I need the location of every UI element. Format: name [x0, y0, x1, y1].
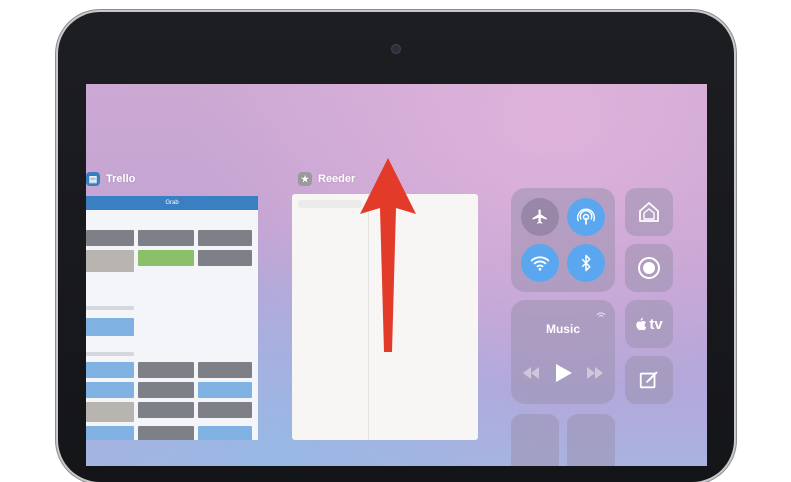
brightness-slider[interactable] [511, 414, 559, 466]
music-title: Music [545, 322, 580, 336]
wifi-icon [530, 256, 550, 271]
rewind-icon[interactable] [523, 366, 539, 380]
app-switcher-screen[interactable]: ▤ Trello Grab ★ Reeder Music tv [86, 84, 707, 466]
apple-tv-icon [636, 318, 647, 331]
swipe-up-arrow-icon [360, 158, 416, 352]
trello-app-card[interactable]: Grab [86, 196, 258, 440]
trello-app-name: Trello [106, 173, 136, 185]
volume-slider[interactable] [567, 414, 615, 466]
bluetooth-toggle[interactable] [567, 244, 605, 282]
airplane-icon [532, 209, 547, 224]
trello-icon: ▤ [86, 172, 100, 186]
record-icon [638, 257, 660, 279]
trello-app-label[interactable]: ▤ Trello [86, 172, 135, 186]
apple-tv-label: tv [649, 315, 663, 333]
airdrop-toggle[interactable] [567, 198, 605, 236]
reeder-app-name: Reeder [318, 173, 356, 185]
music-module[interactable]: Music [511, 300, 615, 404]
airplay-icon[interactable] [595, 308, 607, 320]
reeder-app-label[interactable]: ★ Reeder [298, 172, 355, 186]
reeder-search-field [298, 200, 362, 208]
airdrop-icon [577, 208, 595, 225]
airplane-mode-toggle[interactable] [521, 198, 559, 236]
compose-icon [639, 371, 658, 389]
bluetooth-icon [581, 254, 591, 272]
apple-tv-remote-tile[interactable]: tv [625, 300, 673, 348]
home-icon [639, 202, 659, 222]
trello-board-title: Grab [86, 196, 258, 210]
connectivity-module[interactable] [511, 188, 615, 292]
reeder-star-icon: ★ [298, 172, 312, 186]
notes-tile[interactable] [625, 356, 673, 404]
fast-forward-icon[interactable] [587, 366, 603, 380]
wifi-toggle[interactable] [521, 244, 559, 282]
screen-record-tile[interactable] [625, 244, 673, 292]
front-camera [391, 44, 401, 54]
home-tile[interactable] [625, 188, 673, 236]
play-icon[interactable] [555, 363, 573, 383]
